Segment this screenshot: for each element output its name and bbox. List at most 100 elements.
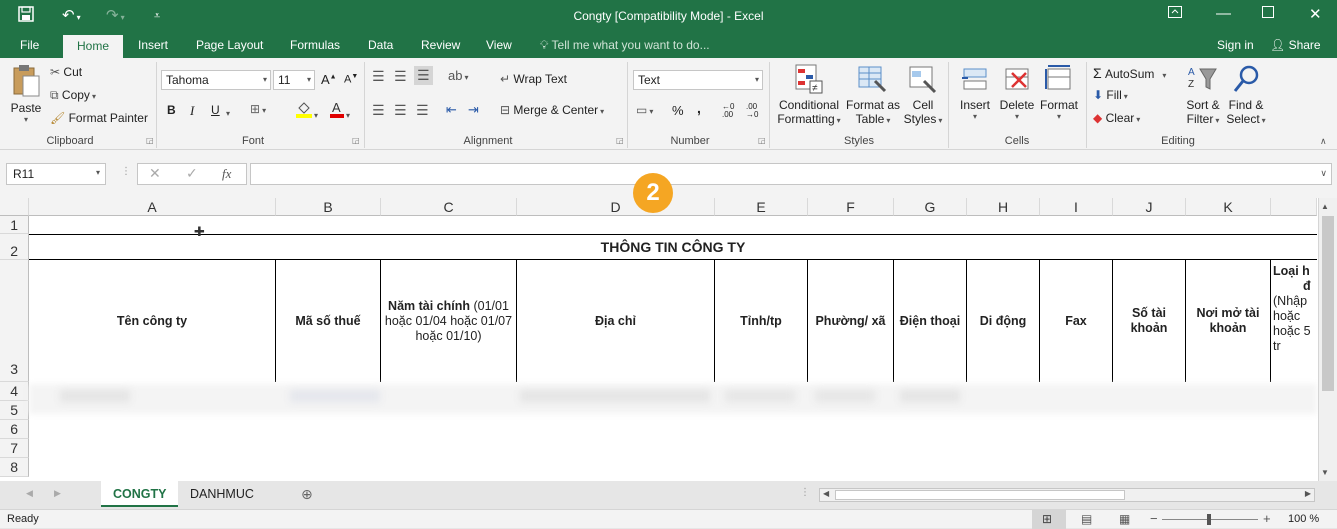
grow-font-icon[interactable]: A▲ <box>321 72 337 87</box>
prev-sheet-icon[interactable]: ◀ <box>26 488 33 499</box>
next-sheet-icon[interactable]: ▶ <box>54 488 61 499</box>
cell-styles-button[interactable]: Cell Styles ▾ <box>903 63 943 126</box>
horizontal-scrollbar[interactable]: ◀ ▶ <box>819 488 1315 502</box>
accounting-format-icon[interactable]: ▭ ▾ <box>636 103 653 117</box>
scroll-right-icon[interactable]: ▶ <box>1305 489 1311 498</box>
sign-in-link[interactable]: Sign in <box>1217 38 1254 52</box>
percent-button[interactable]: % <box>672 103 684 118</box>
sheet-tab-danhmuc[interactable]: DANHMUC <box>178 481 266 507</box>
insert-function-button[interactable]: fx <box>222 166 231 182</box>
borders-icon[interactable]: ⊞ ▾ <box>250 102 266 116</box>
align-left-icon[interactable]: ☰ <box>372 102 385 119</box>
column-header[interactable]: E <box>715 198 808 216</box>
sheet-tab-congty[interactable]: CONGTY <box>101 481 179 507</box>
sort-filter-button[interactable]: AZ Sort & Filter ▾ <box>1184 63 1222 126</box>
underline-dropdown-icon[interactable]: ▾ <box>224 105 230 119</box>
collapse-ribbon-icon[interactable]: ∧ <box>1320 136 1327 147</box>
column-header[interactable]: F <box>808 198 894 216</box>
page-layout-view-icon[interactable]: ▤ <box>1081 512 1092 526</box>
decrease-decimal-icon[interactable]: .00 →0 <box>746 103 758 119</box>
font-color-icon[interactable]: A ▾ <box>330 100 350 121</box>
normal-view-button[interactable]: ⊞ <box>1032 510 1066 529</box>
header-cell[interactable]: Nơi mở tài khoản <box>1186 260 1270 382</box>
column-header[interactable]: G <box>894 198 967 216</box>
font-size-combo[interactable]: 11 ▾ <box>273 70 315 90</box>
tab-page-layout[interactable]: Page Layout <box>196 38 263 52</box>
format-cells-button[interactable]: Format ▾ <box>1039 63 1079 121</box>
clear-button[interactable]: ◆ Clear ▾ <box>1093 111 1140 125</box>
row-header[interactable]: 1 <box>0 216 29 234</box>
format-painter-button[interactable]: 🖌︎ Format Painter <box>50 111 148 125</box>
find-select-button[interactable]: Find & Select ▾ <box>1226 63 1266 126</box>
enter-check-icon[interactable]: ✓ <box>186 165 198 182</box>
fill-button[interactable]: ⬇ Fill ▾ <box>1093 88 1128 102</box>
tell-me-box[interactable]: 💡︎ Tell me what you want to do... <box>540 38 710 53</box>
header-cell[interactable]: Số tài khoản <box>1113 260 1185 382</box>
tab-file[interactable]: File <box>20 38 39 52</box>
header-cell[interactable]: Mã số thuế <box>276 260 380 382</box>
column-header[interactable]: D <box>517 198 715 216</box>
sheet-title-cell[interactable]: THÔNG TIN CÔNG TY <box>29 235 1317 259</box>
orientation-icon[interactable]: ab ▾ <box>448 68 468 83</box>
cancel-icon[interactable]: ✕ <box>149 165 161 182</box>
font-name-combo[interactable]: Tahoma ▾ <box>161 70 271 90</box>
align-top-icon[interactable]: ☰ <box>372 68 385 85</box>
fill-color-icon[interactable]: ▾ <box>296 100 318 121</box>
column-header[interactable]: K <box>1186 198 1271 216</box>
conditional-formatting-button[interactable]: ≠ Conditional Formatting ▾ <box>776 63 842 126</box>
bold-button[interactable]: B <box>167 103 176 117</box>
tab-view[interactable]: View <box>486 38 512 52</box>
italic-button[interactable]: I <box>190 103 194 119</box>
wrap-text-button[interactable]: ↵ Wrap Text <box>500 72 567 86</box>
zoom-in-icon[interactable]: + <box>1263 511 1271 526</box>
maximize-icon[interactable] <box>1262 5 1274 22</box>
tab-home[interactable]: Home <box>63 35 124 58</box>
shrink-font-icon[interactable]: A▼ <box>344 73 358 86</box>
delete-cells-button[interactable]: Delete ▾ <box>998 63 1036 121</box>
zoom-level[interactable]: 100 % <box>1288 513 1319 525</box>
underline-button[interactable]: U <box>211 103 220 117</box>
header-cell[interactable]: Điện thoại <box>894 260 966 382</box>
zoom-slider-thumb[interactable] <box>1207 514 1211 525</box>
header-cell[interactable]: Tên công ty <box>29 260 275 382</box>
row-header[interactable]: 4 <box>0 382 29 401</box>
alignment-launcher-icon[interactable]: ◲ <box>616 136 624 145</box>
comma-button[interactable]: , <box>697 100 701 116</box>
header-cell[interactable]: Địa chỉ <box>517 260 714 382</box>
column-header[interactable]: I <box>1040 198 1113 216</box>
row-header[interactable]: 2 <box>0 234 29 260</box>
formula-input[interactable]: ∨ <box>250 163 1332 185</box>
expand-formula-bar-icon[interactable]: ∨ <box>1320 168 1327 179</box>
tab-split-grip-icon[interactable]: ⋮ <box>800 487 810 498</box>
cut-button[interactable]: ✂ Cut <box>50 65 82 79</box>
scrollbar-thumb[interactable] <box>1322 216 1334 391</box>
column-header[interactable]: C <box>381 198 517 216</box>
insert-cells-button[interactable]: Insert ▾ <box>956 63 994 121</box>
increase-indent-icon[interactable]: ⇥ <box>468 102 479 118</box>
scroll-left-icon[interactable]: ◀ <box>823 489 829 498</box>
header-cell-partial[interactable]: Loại h đ (Nhập hoặc hoặc 5 tr <box>1271 260 1317 382</box>
tab-review[interactable]: Review <box>421 38 460 52</box>
ribbon-display-icon[interactable] <box>1168 5 1182 22</box>
row-header[interactable]: 5 <box>0 401 29 420</box>
format-as-table-button[interactable]: Format as Table ▾ <box>846 63 900 126</box>
tab-data[interactable]: Data <box>368 38 393 52</box>
header-cell[interactable]: Tỉnh/tp <box>715 260 807 382</box>
worksheet-grid[interactable]: A B C D E F G H I J K 1 2 3 4 5 6 7 8 TH… <box>0 198 1337 481</box>
copy-button[interactable]: ⧉ Copy ▾ <box>50 88 96 103</box>
add-sheet-icon[interactable]: ⊕ <box>301 486 313 503</box>
column-header[interactable]: A <box>29 198 276 216</box>
vertical-scrollbar[interactable]: ▲ ▼ <box>1318 198 1337 481</box>
row-header[interactable]: 7 <box>0 439 29 458</box>
number-launcher-icon[interactable]: ◲ <box>758 136 766 145</box>
column-header[interactable]: B <box>276 198 381 216</box>
align-middle-icon[interactable]: ☰ <box>394 68 407 85</box>
increase-decimal-icon[interactable]: ←0.00 <box>722 103 734 119</box>
scroll-down-icon[interactable]: ▼ <box>1321 468 1329 477</box>
tab-insert[interactable]: Insert <box>138 38 168 52</box>
header-cell[interactable]: Năm tài chính (01/01 hoặc 01/04 hoặc 01/… <box>381 260 516 382</box>
paste-dropdown-icon[interactable]: ▾ <box>9 115 43 124</box>
scrollbar-thumb[interactable] <box>835 490 1125 500</box>
header-cell[interactable]: Phường/ xã <box>808 260 893 382</box>
minimize-icon[interactable]: — <box>1216 5 1231 22</box>
